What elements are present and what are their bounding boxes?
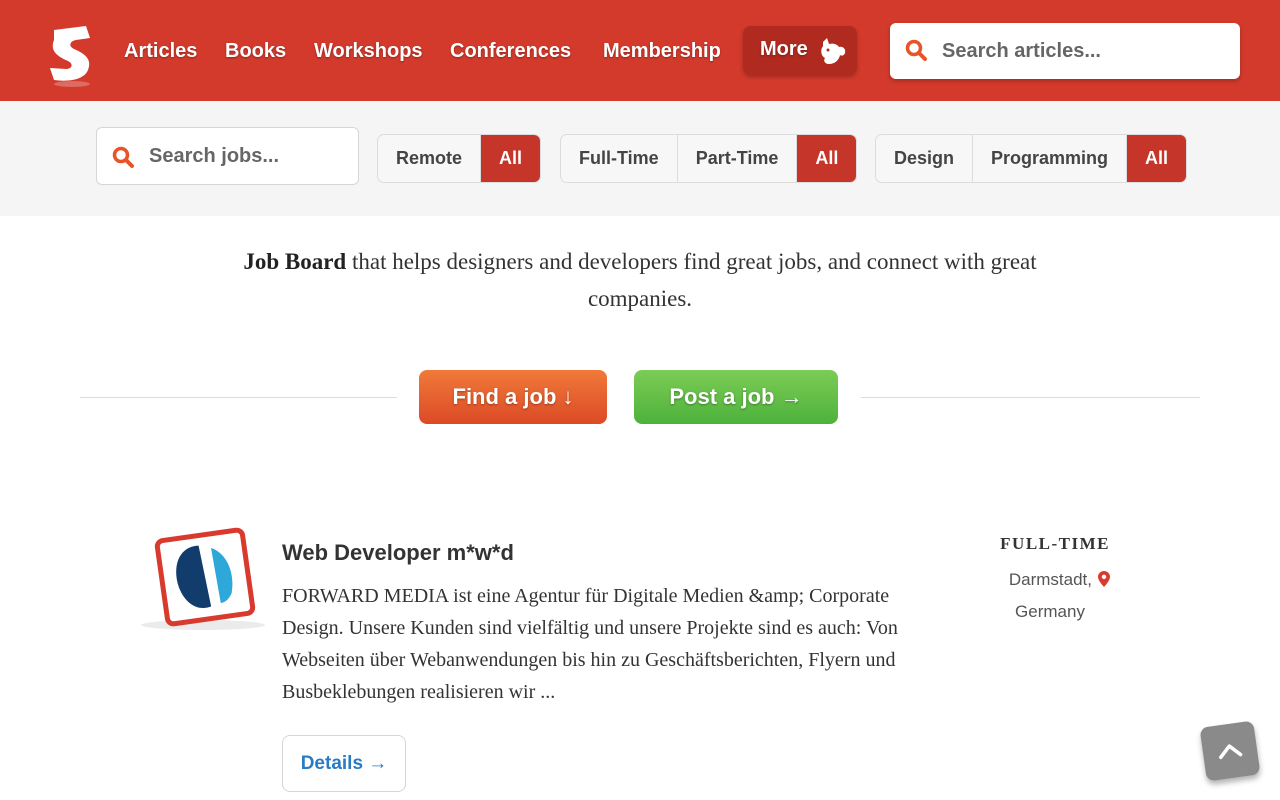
find-job-button[interactable]: Find a job ↓ [419,370,607,424]
divider-right [861,397,1200,398]
job-description: FORWARD MEDIA ist eine Agentur für Digit… [282,585,898,703]
more-label: More [760,38,808,60]
location-pin-icon [1098,571,1110,587]
article-search-box[interactable] [890,23,1240,79]
divider-left [80,397,397,398]
filter-remote-all[interactable]: All [481,135,541,182]
category-filter-group: Design Programming All [875,134,1188,183]
intro-bold: Job Board [243,249,347,274]
nav-books[interactable]: Books [225,36,286,66]
more-button[interactable]: More [743,26,857,75]
remote-filter-group: Remote All [377,134,542,183]
nav-conferences[interactable]: Conferences [450,36,571,66]
nav-membership[interactable]: Membership [603,36,721,66]
top-navigation-bar: Articles Books Workshops Conferences Mem… [0,0,1280,101]
smashing-logo-icon[interactable] [46,24,96,88]
job-search-box[interactable] [96,127,359,185]
job-search-input[interactable] [149,138,349,174]
details-button[interactable]: Details → [282,735,406,792]
filter-category-all[interactable]: All [1127,135,1187,182]
filter-type-all[interactable]: All [797,135,857,182]
job-board-intro: Job Board that helps designers and devel… [200,243,1080,317]
nav-articles[interactable]: Articles [124,36,197,66]
job-filter-bar: Remote All Full-Time Part-Time All Desig… [0,101,1280,216]
job-city: Darmstadt, [1008,570,1092,589]
article-search-input[interactable] [942,33,1222,69]
search-icon [112,146,134,168]
filter-programming[interactable]: Programming [973,135,1128,182]
filter-remote[interactable]: Remote [378,135,482,182]
chevron-up-icon [1219,744,1243,760]
company-logo-icon[interactable] [135,525,275,635]
search-icon [905,39,927,61]
job-title[interactable]: Web Developer m*w*d [282,540,514,566]
nav-workshops[interactable]: Workshops [314,36,423,66]
scroll-to-top-button[interactable] [1199,720,1261,782]
filter-design[interactable]: Design [876,135,974,182]
post-job-button[interactable]: Post a job → [634,370,838,424]
job-type-filter-group: Full-Time Part-Time All [560,134,858,183]
job-country: Germany [1015,602,1085,621]
job-location: Darmstadt, Germany [960,564,1110,628]
intro-text: that helps designers and developers find… [346,249,1037,311]
filter-full-time[interactable]: Full-Time [561,135,678,182]
filter-part-time[interactable]: Part-Time [678,135,798,182]
job-type-label: FULL-TIME [1000,534,1110,553]
cat-mascot-icon [821,38,846,64]
